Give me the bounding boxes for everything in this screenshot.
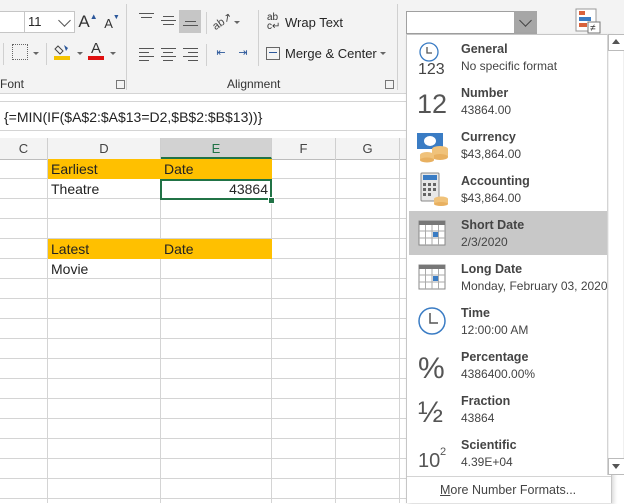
svg-text:10: 10 (418, 450, 440, 471)
font-size-value: 11 (28, 14, 42, 29)
column-header-d[interactable]: D (48, 138, 161, 159)
increase-indent-icon[interactable]: ⇥ (234, 45, 252, 59)
font-color-icon[interactable]: A (88, 41, 104, 61)
wrap-text-button[interactable]: ab c↵ Wrap Text (267, 12, 343, 32)
accounting-calculator-icon (415, 171, 451, 207)
percent-icon: % (415, 347, 451, 385)
cell-e5[interactable]: Date (161, 239, 272, 259)
merge-center-icon (266, 46, 280, 60)
separator (3, 43, 4, 65)
align-center-icon[interactable] (161, 48, 176, 64)
borders-icon[interactable] (12, 44, 28, 60)
cell-d6[interactable]: Movie (48, 259, 161, 279)
number-format-dropdown-button[interactable] (514, 11, 537, 34)
cell-d1[interactable]: Earliest (48, 159, 161, 179)
font-color-dropdown-arrow[interactable] (110, 52, 116, 55)
more-label: ore Number Formats... (450, 483, 577, 497)
format-option-accounting[interactable]: Accounting $43,864.00 (409, 167, 609, 211)
separator (206, 12, 207, 34)
formula-bar[interactable]: {=MIN(IF($A$2:$A$13=D2,$B$2:$B$13))} (0, 101, 406, 131)
currency-bill-coins-icon (415, 127, 451, 163)
number-12-icon: 12 (415, 83, 451, 119)
font-size-combo[interactable]: 11 (24, 11, 75, 33)
bottom-align-button[interactable] (179, 10, 201, 33)
format-option-scientific[interactable]: 10 2 Scientific 4.39E+04 (409, 431, 609, 475)
merge-dropdown-arrow[interactable] (380, 52, 386, 55)
more-number-formats-link[interactable]: More Number Formats... (407, 476, 611, 503)
separator (397, 4, 398, 90)
fill-handle[interactable] (268, 197, 275, 204)
formula-text: {=MIN(IF($A$2:$A$13=D2,$B$2:$B$13))} (4, 109, 263, 125)
wrap-text-icon: ab c↵ (267, 12, 281, 32)
svg-text:½: ½ (418, 396, 443, 427)
more-access-key: M (440, 483, 451, 497)
fill-color-icon[interactable] (54, 42, 70, 60)
svg-text:123: 123 (418, 61, 445, 75)
separator (46, 43, 47, 65)
svg-text:%: % (418, 352, 445, 383)
merge-center-label: Merge & Center (285, 45, 377, 61)
decrease-indent-icon[interactable]: ⇤ (212, 45, 230, 59)
orientation-dropdown-arrow[interactable] (234, 21, 240, 24)
font-group-label: Font (0, 77, 25, 91)
scientific-icon: 10 2 (415, 435, 451, 472)
decrease-font-size-icon[interactable]: A ▼ (104, 14, 120, 32)
alignment-group-label: Alignment (227, 77, 281, 91)
column-headers: C D E F G (0, 138, 406, 160)
borders-dropdown-arrow[interactable] (33, 52, 39, 55)
fraction-icon: ½ (415, 391, 451, 429)
chevron-down-icon[interactable] (58, 14, 71, 27)
column-header-f[interactable]: F (272, 138, 336, 159)
format-option-time[interactable]: Time 12:00:00 AM (409, 299, 609, 343)
calendar-icon (415, 259, 451, 295)
align-left-icon[interactable] (139, 48, 154, 64)
svg-text:≠: ≠ (590, 23, 596, 34)
bottom-align-icon (183, 21, 198, 29)
scroll-up-button[interactable] (608, 34, 624, 51)
format-option-short-date[interactable]: Short Date 2/3/2020 (409, 211, 609, 255)
cell-d2[interactable]: Theatre (48, 179, 161, 199)
cell-d5[interactable]: Latest (48, 239, 161, 259)
conditional-formatting-icon[interactable]: ≠ (575, 8, 603, 34)
column-header-e[interactable]: E (161, 138, 272, 159)
scroll-track[interactable] (609, 51, 623, 459)
alignment-dialog-launcher-icon[interactable] (385, 80, 394, 89)
top-align-icon[interactable] (139, 13, 154, 21)
column-header-g[interactable]: G (336, 138, 400, 159)
format-option-fraction[interactable]: ½ Fraction 43864 (409, 387, 609, 431)
svg-text:12: 12 (417, 89, 447, 119)
chevron-down-icon (519, 14, 532, 27)
wrap-text-label: Wrap Text (285, 14, 344, 30)
general-clock-123-icon: 123 (415, 39, 451, 78)
middle-align-icon[interactable] (161, 16, 176, 28)
calendar-icon (415, 215, 451, 251)
separator (126, 4, 127, 90)
increase-font-size-icon[interactable]: A ▲ (78, 12, 97, 32)
format-option-number[interactable]: 12 Number 43864.00 (409, 79, 609, 123)
font-dialog-launcher-icon[interactable] (116, 80, 125, 89)
separator (258, 10, 259, 66)
number-format-dropdown: 123 General No specific format 12 Number… (406, 34, 612, 503)
separator (206, 44, 207, 66)
cell-e2-selected[interactable]: 43864 (160, 179, 272, 200)
clock-icon (415, 303, 451, 339)
format-option-long-date[interactable]: Long Date Monday, February 03, 2020 (409, 255, 609, 299)
format-option-currency[interactable]: Currency $43,864.00 (409, 123, 609, 167)
cell-e1[interactable]: Date (161, 159, 272, 179)
format-option-percentage[interactable]: % Percentage 4386400.00% (409, 343, 609, 387)
column-header-c[interactable]: C (0, 138, 48, 159)
arrow-down-icon (612, 464, 620, 469)
dropdown-scrollbar[interactable] (607, 34, 624, 475)
align-right-icon[interactable] (183, 48, 198, 64)
svg-text:2: 2 (440, 446, 446, 458)
fill-color-dropdown-arrow[interactable] (77, 52, 83, 55)
orientation-icon[interactable]: ab↗ (209, 8, 234, 33)
merge-center-button[interactable]: Merge & Center (266, 43, 377, 63)
scroll-down-button[interactable] (608, 458, 624, 475)
format-option-general[interactable]: 123 General No specific format (409, 35, 609, 79)
arrow-up-icon (612, 39, 620, 44)
